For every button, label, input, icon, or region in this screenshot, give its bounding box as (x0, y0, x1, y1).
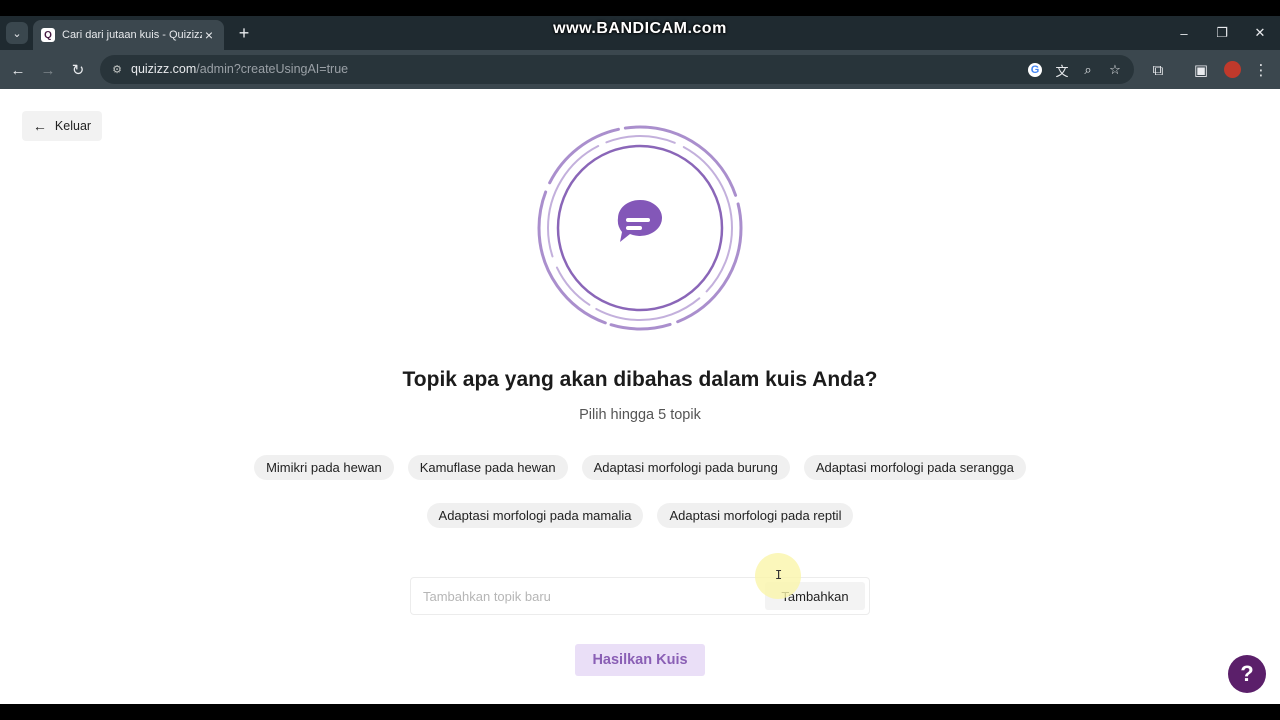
topic-chip[interactable]: Adaptasi morfologi pada mamalia (426, 503, 644, 528)
zoom-icon[interactable]: ⌕ (1079, 61, 1097, 79)
url-text[interactable]: quizizz.com/admin?createUsingAI=true (131, 62, 348, 76)
arrow-right-icon[interactable]: → (37, 59, 59, 81)
exit-label: Keluar (54, 119, 92, 133)
exit-button[interactable]: ← Keluar (22, 111, 102, 141)
sidepanel-icon[interactable]: ▣ (1190, 59, 1212, 81)
url-host: quizizz.com (131, 62, 197, 76)
page-title: Topik apa yang akan dibahas dalam kuis A… (402, 368, 878, 391)
help-button[interactable]: ? (1228, 655, 1266, 693)
topic-chips-row-2: Adaptasi morfologi pada mamalia Adaptasi… (160, 503, 1120, 528)
toolbar: ← → ↻ ⚙ quizizz.com/admin?createUsingAI=… (0, 50, 1280, 89)
topic-chips-row-1: Mimikri pada hewan Kamuflase pada hewan … (160, 455, 1120, 480)
address-bar[interactable]: ⚙ quizizz.com/admin?createUsingAI=true G… (100, 55, 1134, 84)
screen: ⌄ Q Cari dari jutaan kuis - Quizizz × + … (0, 0, 1280, 720)
google-icon[interactable]: G (1028, 63, 1042, 77)
topic-chip[interactable]: Adaptasi morfologi pada serangga (803, 455, 1026, 480)
star-icon[interactable]: ☆ (1106, 61, 1124, 79)
page-content: ← Keluar Topik apa yang akan dibahas dal… (0, 89, 1280, 704)
generate-quiz-button[interactable]: Hasilkan Kuis (575, 644, 705, 676)
kebab-icon[interactable]: ⋮ (1250, 59, 1272, 81)
reload-icon[interactable]: ↻ (67, 59, 89, 81)
profile-avatar[interactable] (1224, 61, 1241, 78)
topic-chip[interactable]: Mimikri pada hewan (254, 455, 394, 480)
url-path: /admin?createUsingAI=true (196, 62, 349, 76)
arrow-left-icon[interactable]: ← (7, 59, 29, 81)
text-cursor-icon: I (775, 568, 783, 582)
arrow-left-icon: ← (32, 118, 47, 134)
page-subtitle: Pilih hingga 5 topik (579, 407, 701, 423)
chat-bubble-icon (617, 199, 662, 242)
new-topic-form: Tambahkan (410, 577, 870, 615)
topic-chip[interactable]: Kamuflase pada hewan (407, 455, 568, 480)
puzzle-icon[interactable]: ⧉ (1147, 59, 1169, 81)
topic-chip[interactable]: Adaptasi morfologi pada burung (581, 455, 790, 480)
topic-chip[interactable]: Adaptasi morfologi pada reptil (657, 503, 854, 528)
tune-icon[interactable]: ⚙ (109, 61, 125, 77)
translate-icon[interactable]: 文 (1053, 61, 1071, 79)
new-topic-input[interactable] (411, 578, 761, 614)
ai-chat-illustration (537, 125, 743, 331)
bandicam-watermark: www.BANDICAM.com (553, 20, 727, 37)
